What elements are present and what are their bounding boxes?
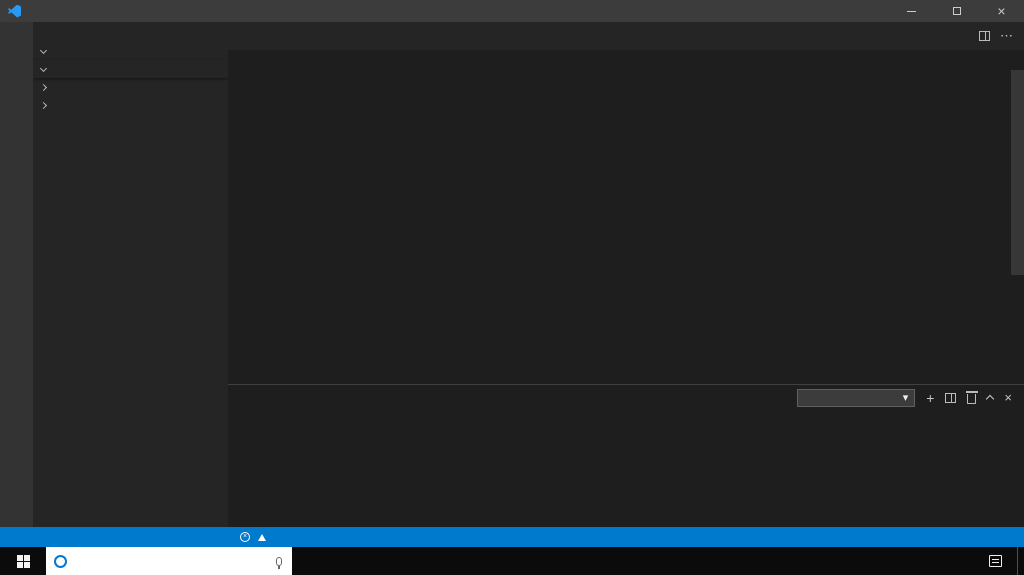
- action-center-icon[interactable]: [989, 555, 1002, 567]
- minimize-icon: [907, 10, 916, 12]
- close-panel-icon[interactable]: ×: [1004, 391, 1012, 404]
- explorer-sidebar: [33, 22, 228, 527]
- vscode-logo-icon: [8, 4, 21, 18]
- chevron-down-icon: [39, 46, 48, 54]
- status-bar: ×: [0, 527, 1024, 547]
- start-button[interactable]: [0, 547, 46, 575]
- editor-scrollbar[interactable]: [1011, 70, 1024, 275]
- problems-indicator[interactable]: ×: [234, 527, 276, 547]
- code-editor[interactable]: [228, 70, 1024, 384]
- editor-tab-bar: ⋯: [228, 22, 1024, 50]
- taskbar-search[interactable]: [46, 547, 292, 575]
- terminal-selector[interactable]: ▾: [797, 388, 916, 407]
- kill-terminal-icon[interactable]: [965, 391, 978, 404]
- windows-taskbar: [0, 547, 1024, 575]
- chevron-right-icon: [39, 101, 48, 109]
- terminal-output[interactable]: [228, 410, 1024, 527]
- window-controls: ×: [889, 0, 1024, 22]
- workbench: ⋯ ▾ + ×: [0, 22, 1024, 527]
- bottom-panel: ▾ + ×: [228, 384, 1024, 527]
- system-tray: [955, 547, 1024, 575]
- error-icon: ×: [240, 532, 250, 542]
- close-icon: ×: [997, 3, 1006, 19]
- activity-bar: [0, 22, 33, 527]
- windows-logo-icon: [16, 554, 30, 568]
- outline-header[interactable]: [33, 78, 228, 96]
- breadcrumb: [228, 50, 1024, 70]
- split-terminal-icon[interactable]: [945, 392, 957, 403]
- title-bar: ×: [0, 0, 1024, 22]
- new-terminal-icon[interactable]: +: [926, 391, 934, 405]
- microphone-icon[interactable]: [276, 556, 282, 569]
- more-actions-icon[interactable]: ⋯: [1000, 28, 1014, 44]
- editor-area: ⋯ ▾ + ×: [228, 22, 1024, 527]
- search-input[interactable]: [74, 554, 269, 568]
- maximize-button[interactable]: [934, 0, 979, 22]
- split-editor-icon[interactable]: [979, 31, 990, 41]
- maximize-icon: [952, 7, 961, 15]
- minimize-button[interactable]: [889, 0, 934, 22]
- panel-tab-bar: ▾ + ×: [228, 385, 1024, 410]
- chevron-right-icon: [39, 83, 48, 91]
- cortana-icon: [54, 554, 67, 568]
- npm-scripts-header[interactable]: [33, 96, 228, 114]
- close-button[interactable]: ×: [979, 0, 1024, 22]
- chevron-down-icon: ▾: [902, 392, 909, 404]
- show-desktop-button[interactable]: [1017, 547, 1022, 575]
- maximize-panel-icon[interactable]: [986, 394, 995, 404]
- open-editors-header[interactable]: [33, 42, 228, 60]
- sidebar-title: [33, 22, 228, 42]
- project-header[interactable]: [33, 60, 228, 78]
- chevron-down-icon: [39, 64, 48, 72]
- warning-icon: [258, 533, 266, 541]
